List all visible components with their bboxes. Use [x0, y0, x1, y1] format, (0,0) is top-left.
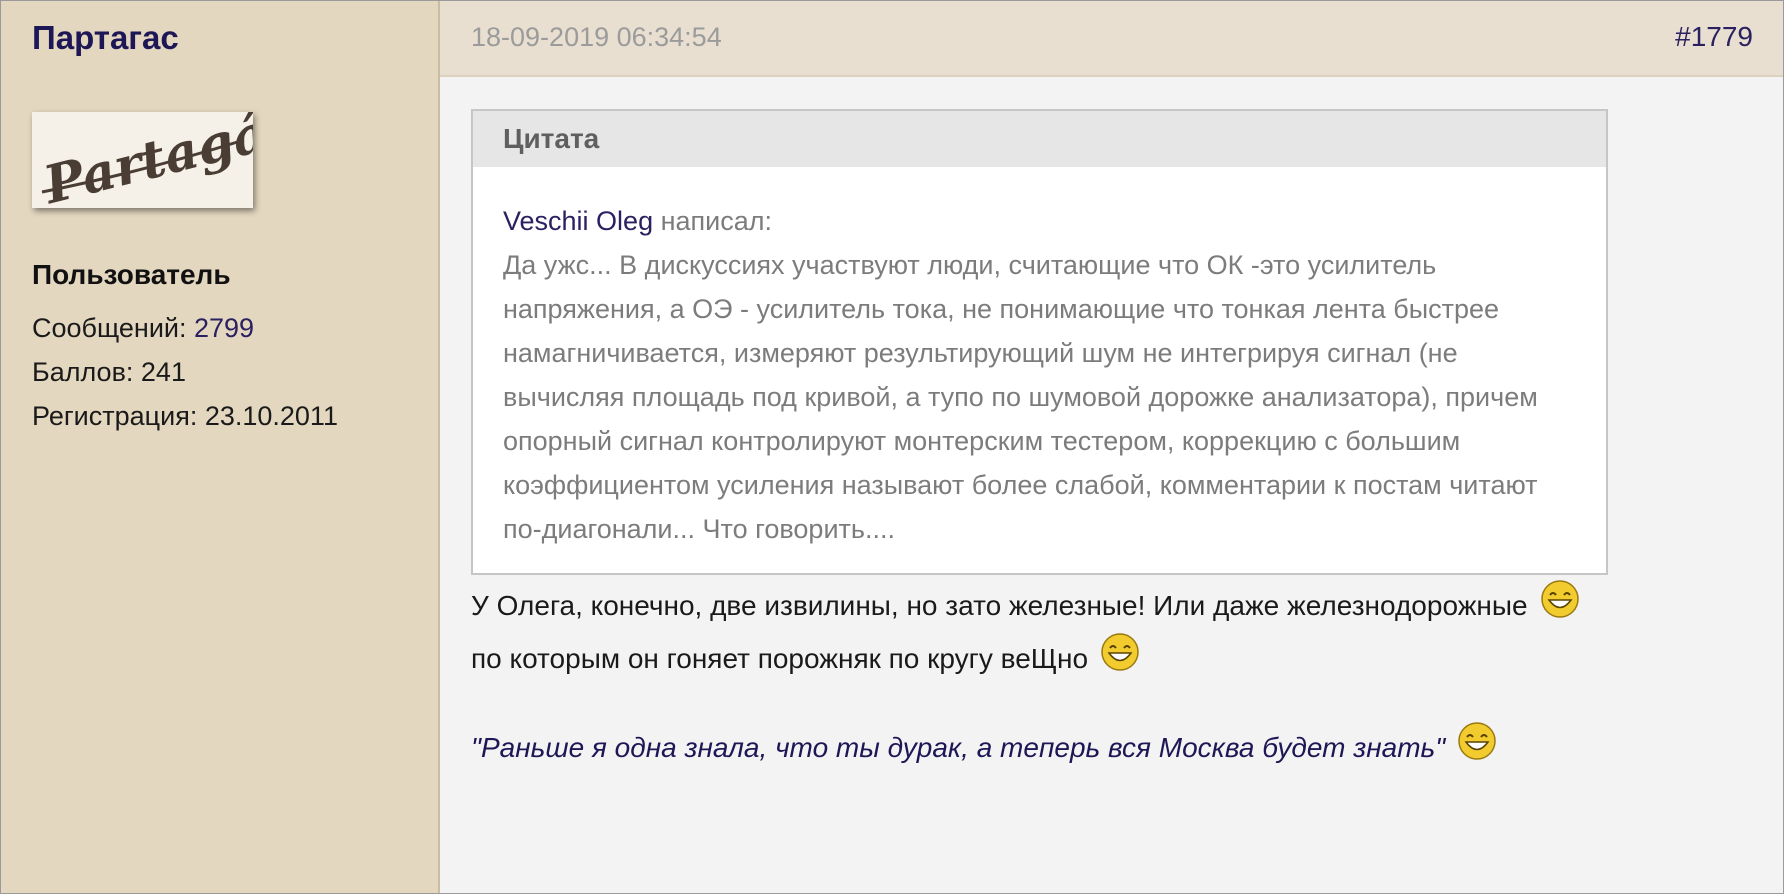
signature-quote: "Раньше я одна знала, что ты дурак, а те… — [471, 721, 1503, 764]
message-part-1: У Олега, конечно, две извилины, но зато … — [471, 590, 1528, 621]
post-content: 18-09-2019 06:34:54 #1779 Цитата Veschii… — [440, 1, 1783, 893]
quote-text: Да ужс... В дискуссиях участвуют люди, с… — [503, 250, 1538, 544]
avatar[interactable]: Partagás — [32, 112, 253, 208]
user-sidebar: Партагас Partagás Пользователь Сообщений… — [1, 1, 440, 893]
partagas-logo-icon: Partagás — [32, 112, 253, 208]
posts-count: Сообщений: 2799 — [32, 313, 254, 344]
username[interactable]: Партагас — [32, 19, 179, 57]
laughing-smiley-icon — [1457, 721, 1497, 761]
signature-quote-text: "Раньше я одна знала, что ты дурак, а те… — [471, 732, 1446, 763]
quote-header: Цитата — [473, 111, 1606, 167]
user-role: Пользователь — [32, 259, 231, 290]
quote-author-link[interactable]: Veschii Oleg — [503, 206, 653, 236]
laughing-smiley-icon — [1540, 579, 1580, 619]
points: Баллов: 241 — [32, 357, 186, 387]
quote-wrote: написал: — [653, 206, 772, 236]
forum-post: Партагас Partagás Пользователь Сообщений… — [0, 0, 1784, 894]
quote-body: Veschii Oleg написал: Да ужс... В дискусс… — [503, 199, 1576, 551]
message-text: У Олега, конечно, две извилины, но зато … — [471, 579, 1611, 685]
message-part-2: по которым он гоняет порожняк по кругу в… — [471, 643, 1089, 674]
laughing-smiley-icon — [1100, 632, 1140, 672]
post-number-link[interactable]: #1779 — [1675, 21, 1753, 53]
posts-count-link[interactable]: 2799 — [194, 313, 254, 343]
registration-date: Регистрация: 23.10.2011 — [32, 401, 338, 431]
quote-block: Цитата Veschii Oleg написал: Да ужс... В … — [471, 109, 1608, 575]
post-date: 18-09-2019 06:34:54 — [471, 22, 722, 52]
post-header: 18-09-2019 06:34:54 #1779 — [440, 1, 1783, 77]
posts-label: Сообщений: — [32, 313, 194, 343]
